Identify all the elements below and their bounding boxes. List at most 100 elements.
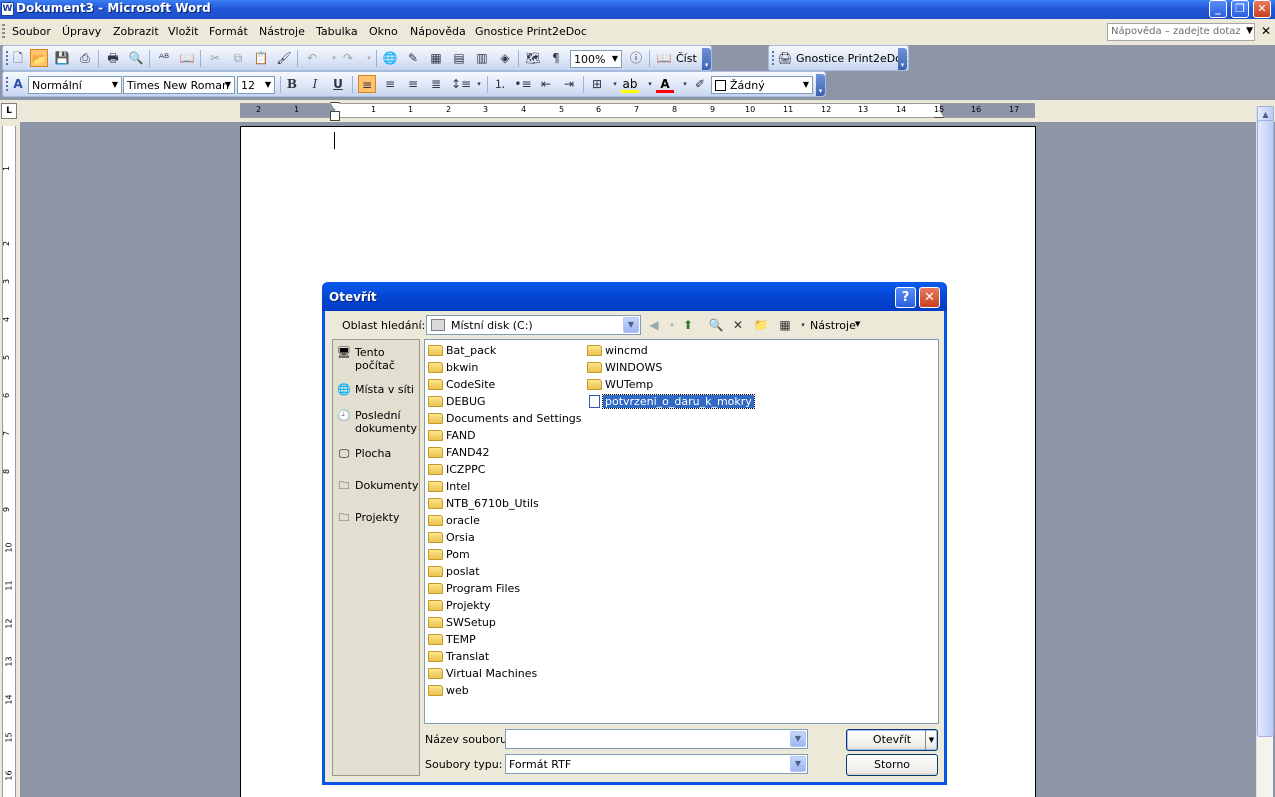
place-documents[interactable]: 🗀 Dokumenty <box>337 479 419 495</box>
hyperlink-icon[interactable]: 🌐 <box>381 49 399 67</box>
left-indent-marker[interactable] <box>330 111 340 121</box>
toolbar-options-icon[interactable]: ▾ <box>702 48 711 70</box>
filename-dropdown-icon[interactable]: ▼ <box>790 731 806 747</box>
vertical-scrollbar[interactable]: ▲ <box>1256 106 1274 797</box>
filetype-dropdown-icon[interactable]: ▼ <box>790 756 806 772</box>
vertical-ruler[interactable]: 1 2 3 4 5 6 7 8 9 10 11 12 13 14 15 16 <box>2 126 16 797</box>
close-window-button[interactable]: ✕ <box>1253 0 1271 18</box>
insert-excel-icon[interactable]: ▤ <box>450 49 468 67</box>
menu-napoveda[interactable]: Nápověda <box>410 25 466 38</box>
cancel-button[interactable]: Storno <box>846 754 938 776</box>
menubar-grip[interactable] <box>2 24 5 40</box>
style-dropdown-icon[interactable]: ▼ <box>109 77 121 93</box>
search-web-icon[interactable]: 🔍 <box>707 316 725 334</box>
dialog-close-button[interactable]: ✕ <box>919 287 940 308</box>
close-document-button[interactable]: ✕ <box>1261 24 1271 38</box>
show-formatting-icon[interactable]: ¶ <box>547 49 565 67</box>
filename-input[interactable]: ▼ <box>505 729 808 749</box>
menu-okno[interactable]: Okno <box>369 25 398 38</box>
format-painter-icon[interactable]: 🖌 <box>275 49 293 67</box>
zoom-dropdown-icon[interactable]: ▼ <box>609 51 621 67</box>
place-my-computer[interactable]: 🖥 Tento počítač <box>337 346 417 374</box>
bullets-icon[interactable]: •≡ <box>514 75 532 93</box>
toolbar-options-icon[interactable]: ▾ <box>898 48 907 70</box>
bold-button[interactable]: B <box>283 75 301 93</box>
insert-table-icon[interactable]: ▦ <box>427 49 445 67</box>
document-map-icon[interactable]: 🗺 <box>524 49 542 67</box>
line-spacing-icon[interactable]: ↕≡ <box>451 75 471 93</box>
menu-tabulka[interactable]: Tabulka <box>316 25 358 38</box>
up-folder-icon[interactable]: ⬆ <box>679 316 697 334</box>
look-in-select[interactable]: Místní disk (C:) ▼ <box>426 315 641 335</box>
font-size-select[interactable]: 12 ▼ <box>237 76 275 94</box>
menu-gnostice[interactable]: Gnostice Print2eDoc <box>475 25 587 38</box>
toolbar-options-icon[interactable]: ▾ <box>816 74 825 96</box>
research-icon[interactable]: 📖 <box>178 49 196 67</box>
font-color-icon[interactable]: A <box>656 75 674 93</box>
dialog-help-button[interactable]: ? <box>895 287 916 308</box>
menu-format[interactable]: Formát <box>209 25 248 38</box>
open-folder-icon[interactable]: 📂 <box>30 49 48 67</box>
menu-zobrazit[interactable]: Zobrazit <box>113 25 159 38</box>
toolbar-grip[interactable] <box>772 51 774 66</box>
file-list[interactable]: Bat_pack bkwin CodeSite DEBUG Documents … <box>424 339 939 724</box>
copy-icon[interactable]: ⧉ <box>229 49 247 67</box>
align-center-icon[interactable]: ≡ <box>381 75 399 93</box>
back-icon[interactable]: ◀ <box>645 316 663 334</box>
tables-borders-icon[interactable]: ✎ <box>404 49 422 67</box>
place-projekty[interactable]: 🗀 Projekty <box>337 511 417 527</box>
toolbar-grip[interactable] <box>6 77 8 92</box>
new-folder-icon[interactable]: 📁 <box>752 316 770 334</box>
italic-button[interactable]: I <box>306 75 324 93</box>
tools-menu-button[interactable]: Nástroje <box>810 319 856 332</box>
menu-nastroje[interactable]: Nástroje <box>259 25 305 38</box>
columns-icon[interactable]: ▥ <box>473 49 491 67</box>
open-button[interactable]: Otevřít ▼ <box>846 729 938 751</box>
delete-icon[interactable]: ✕ <box>729 316 747 334</box>
restore-button[interactable]: ❐ <box>1231 0 1249 18</box>
menu-vlozit[interactable]: Vložit <box>168 25 198 38</box>
align-right-icon[interactable]: ≡ <box>404 75 422 93</box>
filetype-select[interactable]: Formát RTF ▼ <box>505 754 808 774</box>
gnostice-printer-icon[interactable]: 🖨 <box>776 49 794 67</box>
numbering-icon[interactable]: ⒈ <box>491 75 509 93</box>
style-select[interactable]: Normální ▼ <box>28 76 122 94</box>
word-app-icon[interactable]: W <box>1 2 14 16</box>
place-recent[interactable]: 🕘 Poslední dokumenty <box>337 409 417 437</box>
place-desktop[interactable]: 🖵 Plocha <box>337 447 417 463</box>
borders-icon[interactable]: ⊞ <box>588 75 606 93</box>
scroll-thumb[interactable] <box>1257 120 1274 737</box>
font-size-dropdown-icon[interactable]: ▼ <box>262 77 274 93</box>
tools-dropdown-icon[interactable]: ▼ <box>855 320 860 328</box>
place-network[interactable]: 🌐 Místa v síti <box>337 383 417 399</box>
zoom-select[interactable]: 100% ▼ <box>570 50 622 68</box>
menu-soubor[interactable]: Soubor <box>12 25 51 38</box>
spelling-icon[interactable]: ᴬᴮ <box>155 49 173 67</box>
align-left-icon[interactable]: ≡ <box>358 75 376 93</box>
print-icon[interactable]: 🖶 <box>104 49 122 67</box>
read-icon[interactable]: 📖 <box>655 49 673 67</box>
permission-icon[interactable]: ⎙ <box>76 49 94 67</box>
gnostice-button[interactable]: Gnostice Print2eDoc <box>796 52 908 65</box>
minimize-button[interactable]: _ <box>1209 0 1227 18</box>
highlight-icon[interactable]: ab <box>621 75 639 93</box>
line-spacing-dropdown-icon[interactable]: ▾ <box>470 75 488 93</box>
new-document-icon[interactable]: 🗋 <box>9 49 27 67</box>
save-icon[interactable]: 💾 <box>53 49 71 67</box>
font-select[interactable]: Times New Roman ▼ <box>123 76 235 94</box>
undo-icon[interactable]: ↶ <box>303 49 321 67</box>
increase-indent-icon[interactable]: ⇥ <box>560 75 578 93</box>
views-icon[interactable]: ▦ <box>776 316 794 334</box>
border-style-dropdown-icon[interactable]: ▼ <box>800 77 812 93</box>
horizontal-ruler[interactable]: 2 1 1 1 2 3 4 5 6 7 8 9 10 11 12 13 14 1… <box>240 103 1035 118</box>
look-in-dropdown-icon[interactable]: ▼ <box>623 317 639 333</box>
justify-icon[interactable]: ≣ <box>427 75 445 93</box>
decrease-indent-icon[interactable]: ⇤ <box>537 75 555 93</box>
print-preview-icon[interactable]: 🔍 <box>127 49 145 67</box>
underline-button[interactable]: U <box>329 75 347 93</box>
drawing-icon[interactable]: ◈ <box>496 49 514 67</box>
read-button[interactable]: Číst <box>676 52 697 65</box>
toolbar-grip[interactable] <box>6 51 8 66</box>
help-search-input[interactable]: Nápověda – zadejte dotaz ▼ <box>1107 23 1255 41</box>
menu-upravy[interactable]: Úpravy <box>62 25 101 38</box>
